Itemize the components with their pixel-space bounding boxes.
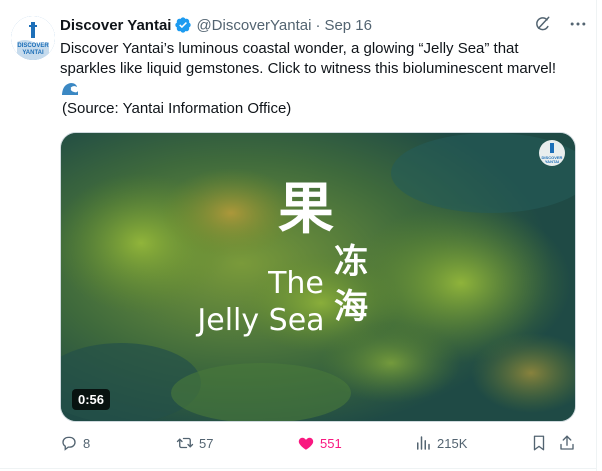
reply-button[interactable]: 8 — [60, 434, 90, 452]
svg-text:DISCOVER: DISCOVER — [17, 43, 49, 49]
views-button[interactable]: 215K — [414, 434, 467, 452]
svg-text:YANTAI: YANTAI — [22, 50, 44, 56]
video-overlay-chinese-top: 果 — [278, 177, 334, 242]
retweet-button[interactable]: 57 — [176, 434, 213, 452]
bookmark-icon — [533, 435, 545, 451]
reply-count: 8 — [83, 435, 91, 451]
tweet-text-line: Discover Yantai’s luminous coastal wonde… — [60, 40, 519, 57]
tweet-text-line: sparkles like liquid gemstones. Click to… — [60, 60, 557, 77]
views-count: 215K — [437, 435, 468, 451]
handle[interactable]: @DiscoverYantai — [196, 17, 311, 34]
like-count: 551 — [320, 435, 342, 451]
tweet-source: (Source: Yantai Information Office) — [62, 100, 292, 117]
retweet-count: 57 — [199, 435, 214, 451]
tweet-text: Discover Yantai’s luminous coastal wonde… — [60, 39, 588, 119]
divider — [0, 468, 597, 469]
divider — [596, 0, 597, 471]
video-player[interactable]: 果 冻 海 The Jelly Sea DISCOVER YANTAI — [60, 132, 576, 422]
separator-dot: · — [315, 16, 321, 34]
video-overlay-english-line1: The — [267, 266, 324, 301]
tweet-header: Discover Yantai @DiscoverYantai · Sep 16 — [60, 14, 372, 36]
like-icon — [298, 437, 314, 450]
svg-text:YANTAI: YANTAI — [545, 159, 559, 164]
tweet-date[interactable]: Sep 16 — [324, 17, 372, 34]
like-button[interactable]: 551 — [297, 434, 342, 452]
video-duration-badge: 0:56 — [72, 389, 111, 410]
tweet-top-actions — [532, 14, 588, 34]
more-icon[interactable] — [568, 14, 588, 34]
watermark-logo-icon: DISCOVER YANTAI — [539, 140, 565, 166]
bookmark-button[interactable] — [530, 434, 553, 452]
video-overlay-english-line2: Jelly Sea — [195, 303, 324, 338]
share-icon — [560, 435, 574, 450]
reply-icon — [62, 436, 76, 451]
display-name[interactable]: Discover Yantai — [60, 17, 171, 34]
tweet-card[interactable]: DISCOVER YANTAI Discover Yantai @Discove… — [0, 0, 602, 471]
tweet-actions: 8 57 551 215K — [60, 434, 576, 458]
retweet-icon — [176, 437, 194, 449]
grok-icon[interactable] — [532, 14, 552, 34]
video-overlay-chinese-mid: 冻 — [334, 242, 368, 282]
verified-badge-icon[interactable] — [174, 16, 192, 34]
video-thumbnail: 果 冻 海 The Jelly Sea DISCOVER YANTAI — [61, 133, 575, 421]
share-button[interactable] — [558, 434, 581, 452]
wave-emoji-icon — [60, 79, 80, 99]
avatar[interactable]: DISCOVER YANTAI — [11, 16, 55, 60]
video-overlay-chinese-bottom: 海 — [334, 287, 368, 327]
views-icon — [417, 436, 430, 450]
